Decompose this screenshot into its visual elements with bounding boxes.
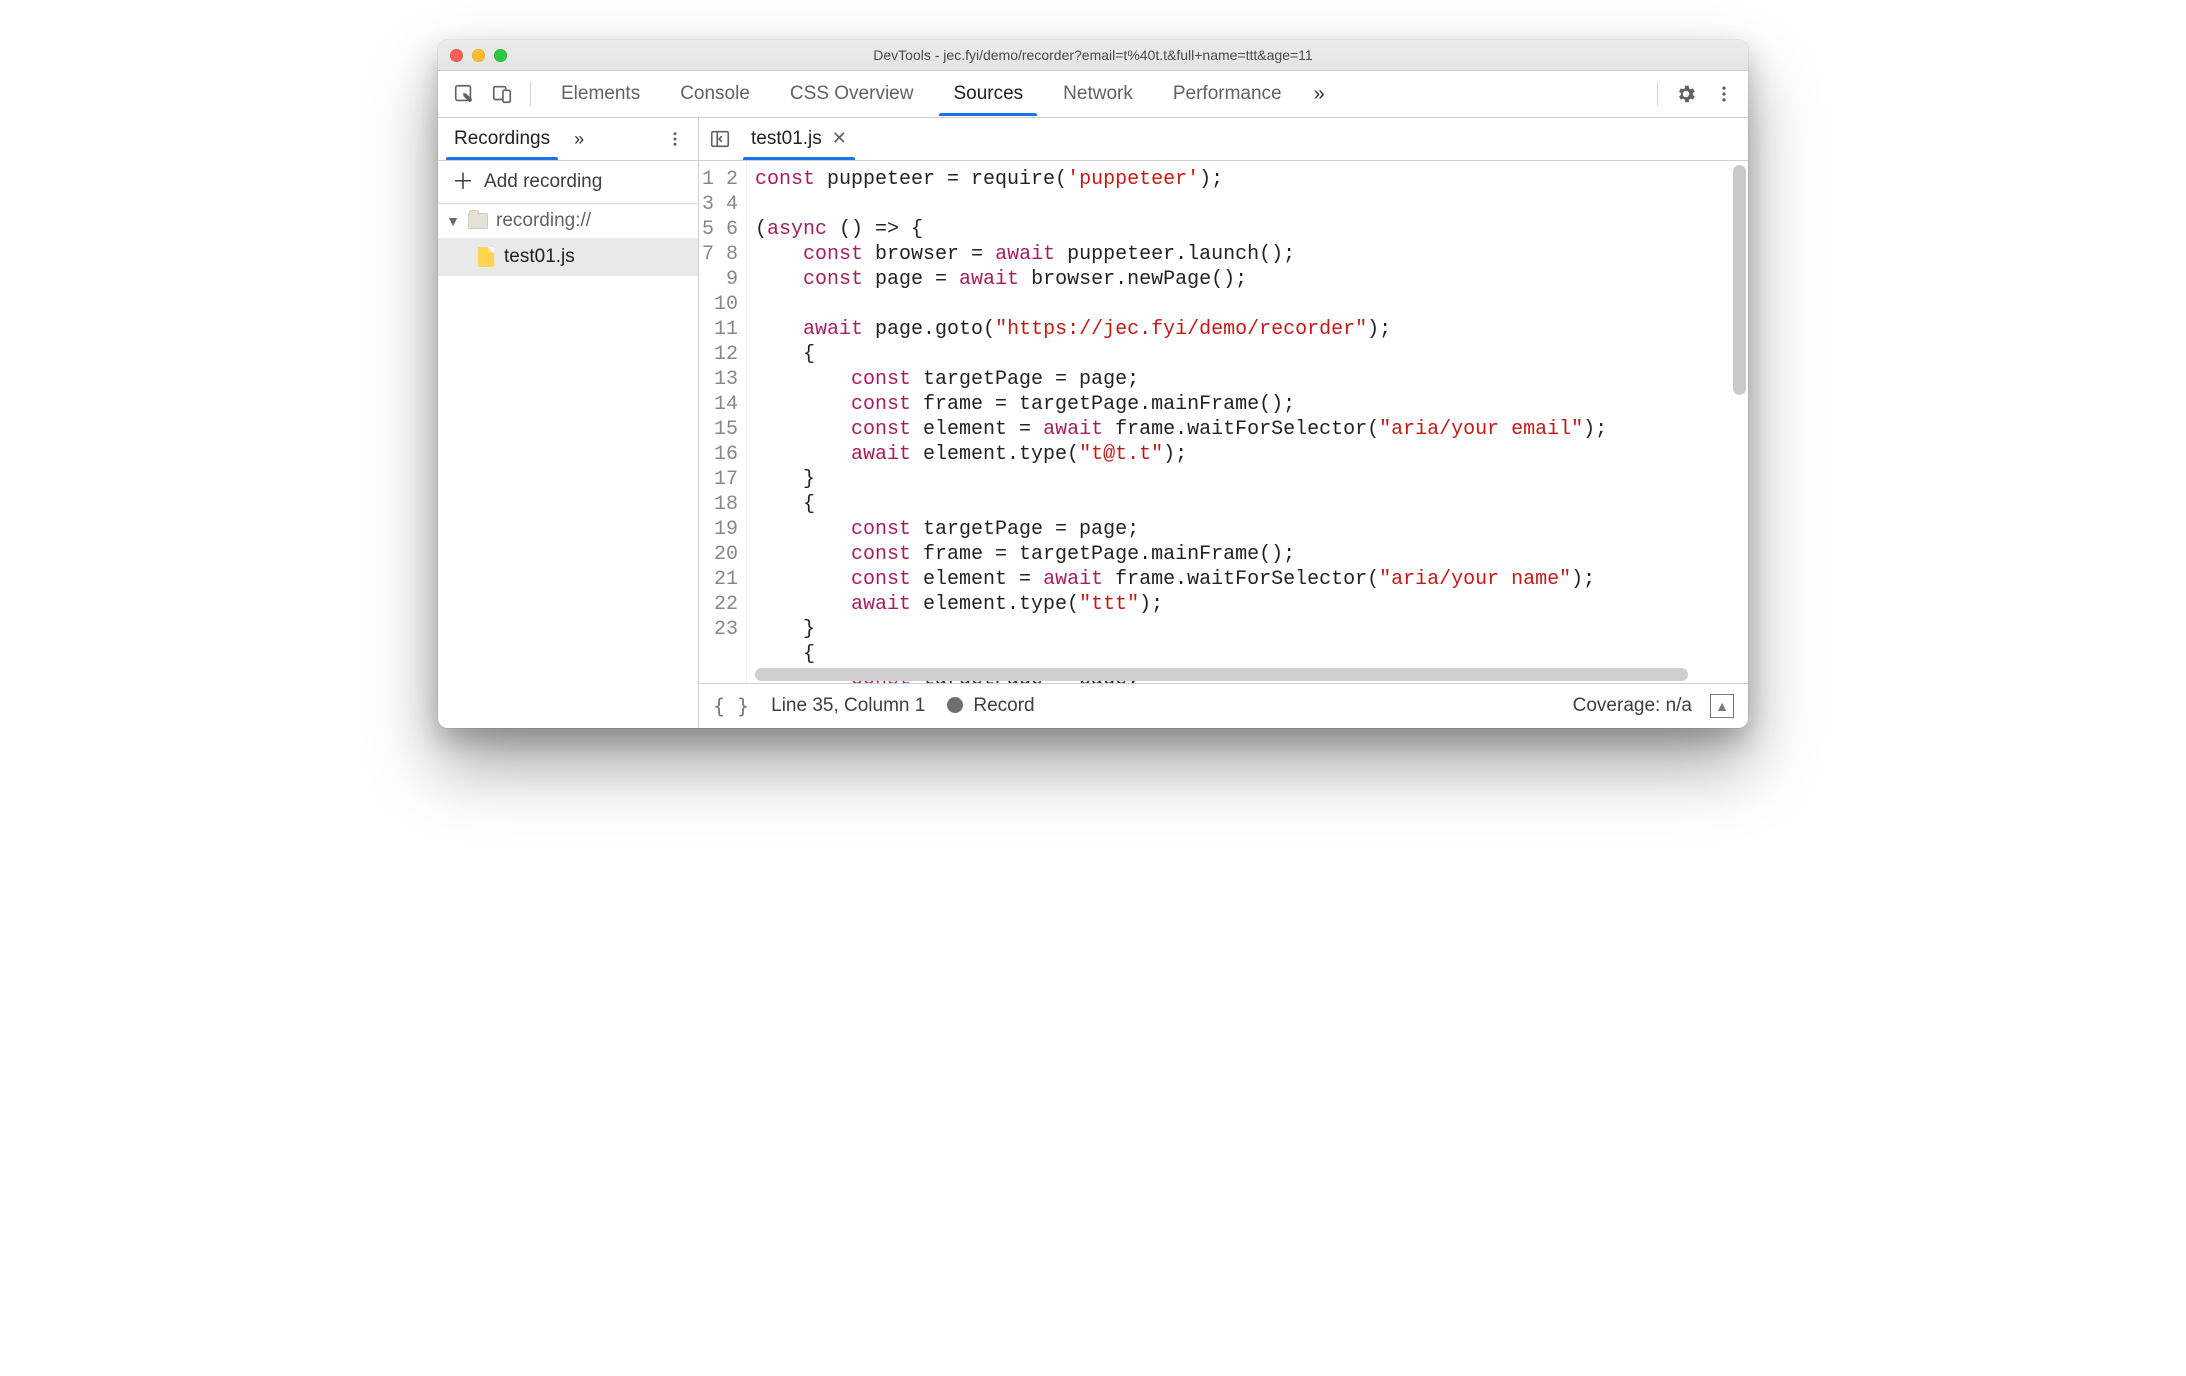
device-toolbar-icon[interactable]	[484, 76, 520, 112]
tree-folder-label: recording://	[496, 210, 591, 232]
panel-tab-sources[interactable]: Sources	[933, 73, 1043, 115]
add-recording-label: Add recording	[484, 171, 602, 193]
tree-file-item[interactable]: test01.js	[438, 238, 698, 276]
scroll-to-top-icon[interactable]: ▲	[1710, 694, 1734, 718]
kebab-menu-icon[interactable]	[1706, 76, 1742, 112]
separator	[1657, 82, 1658, 106]
maximize-window-button[interactable]	[494, 49, 507, 62]
main-area: Recordings » ＋ Add recording ▼ recording…	[438, 118, 1748, 728]
panel-tab-bar: ElementsConsoleCSS OverviewSourcesNetwor…	[438, 71, 1748, 118]
record-button[interactable]: Record	[947, 695, 1034, 717]
close-window-button[interactable]	[450, 49, 463, 62]
separator	[530, 82, 531, 106]
settings-gear-icon[interactable]	[1668, 76, 1704, 112]
editor-footer: { } Line 35, Column 1 Record Coverage: n…	[699, 683, 1748, 728]
window-controls	[438, 49, 507, 62]
vertical-scrollbar[interactable]	[1733, 165, 1746, 395]
record-icon	[947, 697, 963, 713]
window-title: DevTools - jec.fyi/demo/recorder?email=t…	[438, 47, 1748, 63]
code-scroll[interactable]: const puppeteer = require('puppeteer'); …	[747, 161, 1748, 683]
tree-file-label: test01.js	[504, 246, 575, 268]
more-tabs-chevron-icon[interactable]: »	[1304, 83, 1335, 106]
inspect-element-icon[interactable]	[446, 76, 482, 112]
panel-tab-network[interactable]: Network	[1043, 73, 1153, 115]
coverage-label: Coverage: n/a	[1573, 695, 1692, 717]
folder-icon	[468, 213, 488, 229]
horizontal-scrollbar[interactable]	[755, 668, 1688, 681]
js-file-icon	[478, 247, 494, 267]
code-content[interactable]: const puppeteer = require('puppeteer'); …	[747, 161, 1748, 683]
panel-tab-console[interactable]: Console	[660, 73, 770, 115]
editor-file-tab[interactable]: test01.js ✕	[737, 120, 861, 159]
code-area: 1 2 3 4 5 6 7 8 9 10 11 12 13 14 15 16 1…	[699, 161, 1748, 683]
cursor-position-label: Line 35, Column 1	[771, 695, 925, 717]
close-tab-icon[interactable]: ✕	[832, 128, 847, 149]
editor-tab-bar: test01.js ✕	[699, 118, 1748, 161]
record-label: Record	[973, 695, 1034, 716]
sidebar: Recordings » ＋ Add recording ▼ recording…	[438, 118, 699, 728]
tree-folder-root[interactable]: ▼ recording://	[438, 204, 698, 238]
sidebar-body: ＋ Add recording ▼ recording:// test01.js	[438, 161, 698, 728]
minimize-window-button[interactable]	[472, 49, 485, 62]
sidebar-tab-recordings[interactable]: Recordings	[442, 120, 562, 159]
panel-tab-performance[interactable]: Performance	[1153, 73, 1302, 115]
sidebar-kebab-menu-icon[interactable]	[656, 130, 694, 148]
line-number-gutter: 1 2 3 4 5 6 7 8 9 10 11 12 13 14 15 16 1…	[699, 161, 747, 683]
sidebar-more-tabs-chevron-icon[interactable]: »	[564, 129, 594, 150]
caret-down-icon: ▼	[446, 213, 460, 229]
add-recording-button[interactable]: ＋ Add recording	[438, 161, 698, 204]
editor-file-tab-label: test01.js	[751, 128, 822, 150]
sidebar-tab-bar: Recordings »	[438, 118, 698, 161]
titlebar: DevTools - jec.fyi/demo/recorder?email=t…	[438, 40, 1748, 71]
toggle-navigator-icon[interactable]	[705, 128, 735, 150]
editor: test01.js ✕ 1 2 3 4 5 6 7 8 9 10 11 12 1…	[699, 118, 1748, 728]
panel-tab-elements[interactable]: Elements	[541, 73, 660, 115]
pretty-print-icon[interactable]: { }	[713, 696, 749, 716]
devtools-window: DevTools - jec.fyi/demo/recorder?email=t…	[438, 40, 1748, 728]
panel-tab-css-overview[interactable]: CSS Overview	[770, 73, 934, 115]
